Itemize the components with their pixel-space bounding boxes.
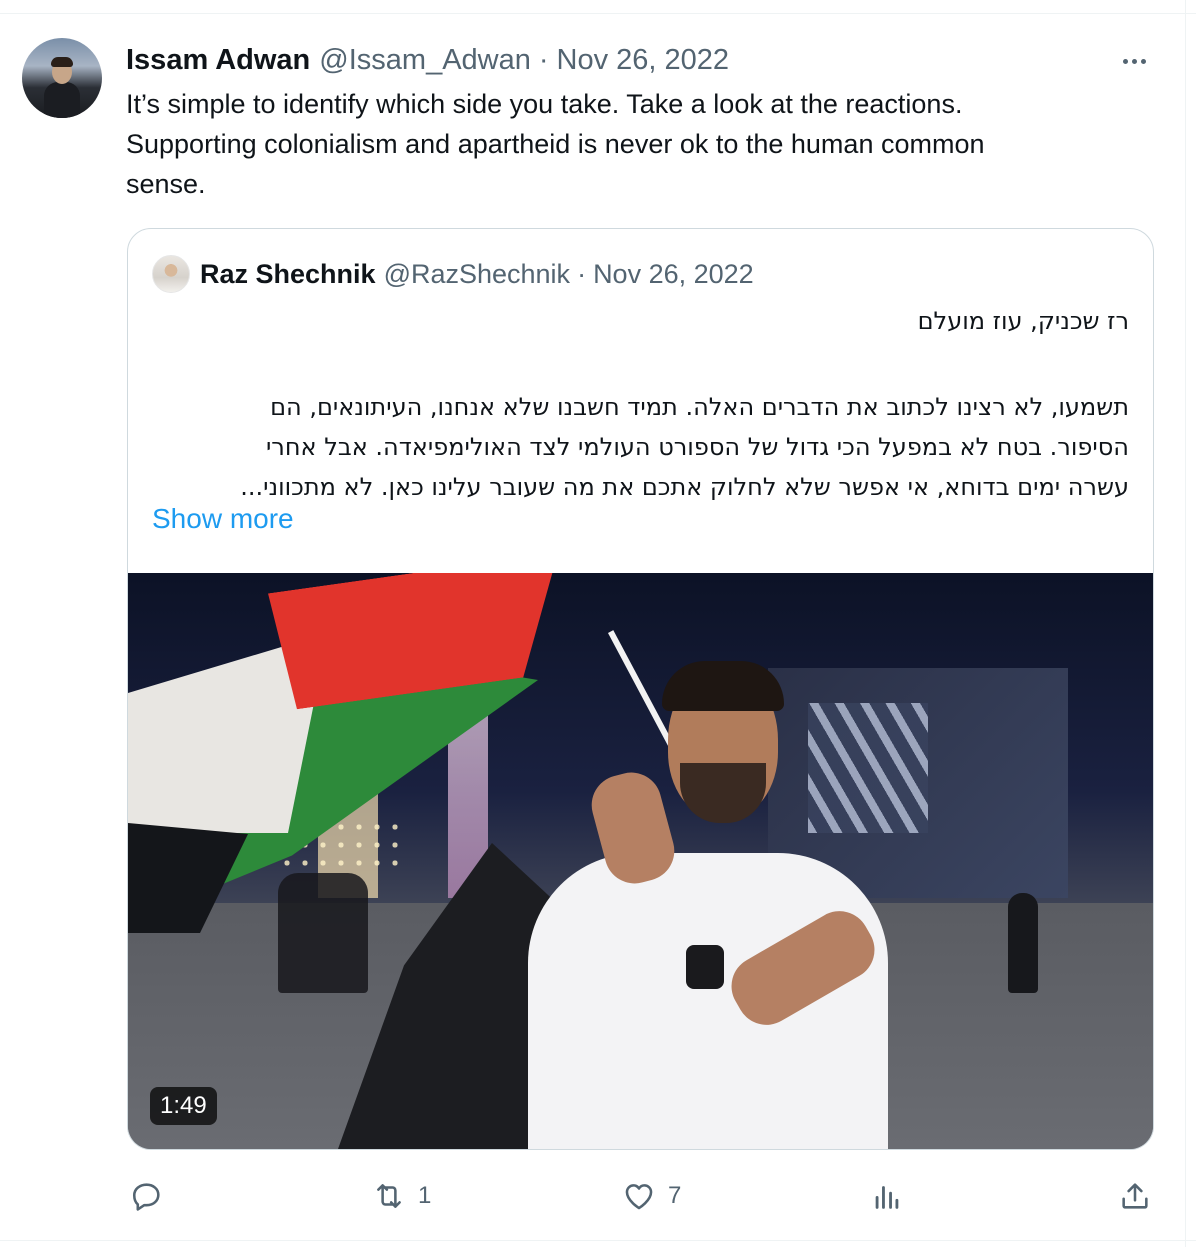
quoted-title-line: רז שכניק, עוז מועלם: [917, 307, 1129, 335]
header-separator: ·: [538, 43, 549, 76]
like-button[interactable]: 7: [622, 1172, 681, 1220]
views-button[interactable]: [870, 1172, 916, 1220]
right-divider: [1185, 0, 1186, 1247]
top-divider: [0, 13, 1196, 14]
video-duration-badge: 1:49: [150, 1087, 217, 1125]
like-count: 7: [668, 1182, 682, 1209]
views-icon: [875, 1186, 899, 1209]
video-scene-person-hair: [662, 661, 784, 711]
tweet-header: Issam Adwan @Issam_Adwan · Nov 26, 2022: [126, 42, 729, 78]
share-icon: [1122, 1183, 1148, 1209]
quoted-author-avatar[interactable]: [152, 255, 190, 293]
tweet-actions-bar: 1 7: [126, 1172, 1156, 1220]
quoted-body-line: עשרה ימים בדוחא, אי אפשר שלא לחלוק אתכם …: [240, 473, 1129, 501]
quoted-body-line: הסיפור. בטח לא במפעל הכי גדול של הספורט …: [265, 433, 1129, 461]
quoted-body: תשמעו, לא רצינו לכתוב את הדברים האלה. תמ…: [149, 387, 1129, 507]
video-scene-stadium-facade: [808, 703, 928, 833]
quoted-tweet-header: Raz Shechnik @RazShechnik · Nov 26, 2022: [200, 256, 754, 292]
author-handle[interactable]: @Issam_Adwan: [319, 44, 531, 77]
retweet-count: 1: [418, 1182, 432, 1209]
tweet-text: It’s simple to identify which side you t…: [126, 89, 985, 199]
more-dot-icon: [1140, 58, 1146, 64]
author-avatar[interactable]: [22, 38, 102, 118]
quoted-author-handle[interactable]: @RazShechnik: [384, 259, 571, 290]
video-scene-watch: [686, 945, 724, 989]
more-dot-icon: [1131, 58, 1137, 64]
quoted-tweet-date[interactable]: Nov 26, 2022: [593, 259, 754, 290]
more-dot-icon: [1122, 58, 1128, 64]
retweet-icon: [377, 1184, 401, 1208]
quoted-body-line: תשמעו, לא רצינו לכתוב את הדברים האלה. תמ…: [270, 393, 1129, 421]
video-scene-pedestrian: [1008, 893, 1038, 993]
quoted-header-separator: ·: [577, 258, 587, 289]
show-more-link[interactable]: Show more: [152, 503, 294, 535]
heart-icon: [625, 1184, 653, 1210]
avatar-figure-hair: [51, 57, 73, 67]
share-button[interactable]: [1118, 1172, 1164, 1220]
tweet-date[interactable]: Nov 26, 2022: [557, 44, 730, 77]
reply-button[interactable]: [130, 1172, 176, 1220]
reply-icon: [132, 1183, 160, 1211]
quoted-tweet-card[interactable]: Raz Shechnik @RazShechnik · Nov 26, 2022…: [127, 228, 1154, 1150]
author-name[interactable]: Issam Adwan: [126, 44, 310, 77]
video-player[interactable]: ✓ 1:49: [128, 573, 1153, 1149]
video-scene-person-shirt: [528, 853, 888, 1149]
retweet-button[interactable]: 1: [372, 1172, 431, 1220]
video-scene-person-beard: [680, 763, 766, 823]
more-options-button[interactable]: [1116, 49, 1152, 73]
avatar-figure-body: [44, 82, 80, 118]
bottom-divider: [0, 1240, 1196, 1241]
quoted-author-name[interactable]: Raz Shechnik: [200, 259, 376, 290]
